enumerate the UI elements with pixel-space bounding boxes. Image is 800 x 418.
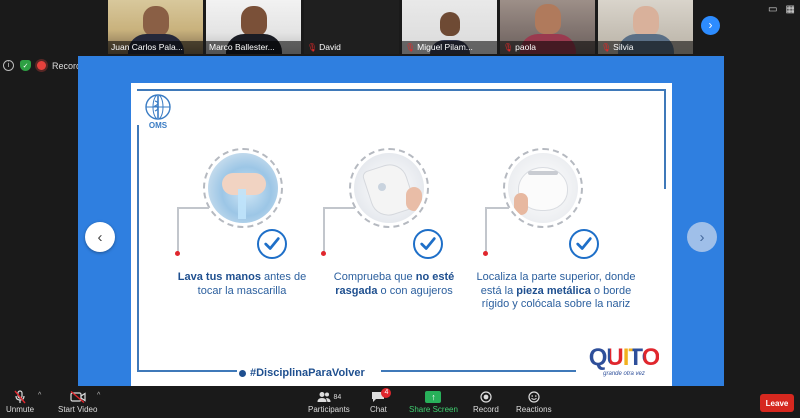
zoom-meeting-window: Juan Carlos Pala... Marco Ballester... 🎙… bbox=[0, 0, 800, 418]
step-1-caption: Lava tus manos antes de tocar la mascari… bbox=[177, 271, 307, 297]
slide-frame bbox=[137, 370, 237, 372]
mic-muted-icon: 🎙︎ bbox=[503, 43, 514, 52]
chat-button[interactable]: 4 Chat bbox=[370, 388, 392, 414]
checkmark-icon bbox=[257, 229, 287, 259]
chat-unread-badge: 4 bbox=[381, 388, 392, 398]
participant-name: 🎙︎ Miguel Pilam... bbox=[402, 41, 497, 54]
participant-tile[interactable]: 🎙︎ David bbox=[304, 0, 399, 54]
start-video-button[interactable]: Start Video bbox=[58, 390, 97, 414]
leave-meeting-button[interactable]: Leave bbox=[760, 394, 794, 412]
oms-label: OMS bbox=[148, 121, 168, 130]
shared-slide: OMS Lava tus manos antes de tocar la mas… bbox=[131, 83, 672, 386]
step-2-caption: Comprueba que no esté rasgada o con aguj… bbox=[333, 271, 455, 297]
smiley-icon bbox=[528, 390, 540, 404]
connector-line bbox=[177, 207, 179, 253]
marker-dot bbox=[483, 251, 488, 256]
hashtag-label: #DisciplinaParaVolver bbox=[239, 367, 365, 379]
participant-tile[interactable]: 🎙︎ Silvia bbox=[598, 0, 693, 54]
meeting-toolbar: Unmute ^ Start Video ^ 84 Participants 4… bbox=[0, 388, 800, 418]
participant-name: Marco Ballester... bbox=[206, 41, 301, 54]
participant-name: 🎙︎ Silvia bbox=[598, 41, 693, 54]
connector-line bbox=[177, 207, 209, 209]
participants-count: 84 bbox=[333, 393, 342, 401]
chevron-right-icon: › bbox=[708, 18, 713, 32]
marker-dot bbox=[321, 251, 326, 256]
participant-strip: Juan Carlos Pala... Marco Ballester... 🎙… bbox=[108, 0, 693, 54]
mask-inspect-photo bbox=[349, 148, 429, 228]
slide-frame bbox=[664, 89, 666, 189]
connector-line bbox=[323, 207, 355, 209]
quito-wordmark: QUITO bbox=[586, 346, 662, 370]
oms-logo: OMS bbox=[141, 93, 175, 131]
video-off-icon bbox=[70, 390, 86, 404]
reactions-button[interactable]: Reactions bbox=[516, 390, 552, 414]
previous-slide-button[interactable]: ‹ bbox=[85, 222, 115, 252]
video-options-caret[interactable]: ^ bbox=[97, 392, 100, 399]
slide-frame bbox=[381, 370, 576, 372]
window-controls: ▭ ▦ bbox=[768, 4, 795, 15]
view-options-icon[interactable]: ▦ bbox=[785, 4, 794, 15]
minimize-strip-icon[interactable]: ▭ bbox=[768, 4, 777, 15]
step-3-caption: Localiza la parte superior, donde está l… bbox=[476, 271, 636, 310]
quito-tagline: grande otra vez bbox=[603, 371, 645, 377]
chat-icon: 4 bbox=[371, 388, 392, 404]
connector-line bbox=[485, 207, 509, 209]
participants-icon: 84 bbox=[317, 390, 342, 404]
quito-logo: QUITO grande otra vez bbox=[586, 346, 662, 378]
participant-tile[interactable]: 🎙︎ paola bbox=[500, 0, 595, 54]
participant-tile[interactable]: 🎙︎ Miguel Pilam... bbox=[402, 0, 497, 54]
mic-muted-icon: 🎙︎ bbox=[405, 43, 416, 52]
next-participants-button[interactable]: › bbox=[701, 16, 720, 35]
marker-dot bbox=[175, 251, 180, 256]
checkmark-icon bbox=[413, 229, 443, 259]
unmute-button[interactable]: Unmute bbox=[6, 390, 34, 414]
connector-line bbox=[323, 207, 325, 253]
connector-line bbox=[485, 207, 487, 253]
handwash-photo bbox=[203, 148, 283, 228]
participant-name: 🎙︎ David bbox=[307, 42, 341, 52]
audio-options-caret[interactable]: ^ bbox=[38, 392, 41, 399]
record-icon bbox=[480, 390, 492, 404]
checkmark-icon bbox=[569, 229, 599, 259]
participant-tile[interactable]: Juan Carlos Pala... bbox=[108, 0, 203, 54]
shield-icon[interactable]: ✓ bbox=[20, 60, 31, 71]
mask-metal-piece-photo bbox=[503, 148, 583, 228]
mic-muted-icon: 🎙︎ bbox=[307, 43, 318, 52]
mic-muted-icon bbox=[14, 390, 26, 404]
share-screen-icon: ↑ bbox=[425, 390, 442, 404]
participant-name: 🎙︎ paola bbox=[500, 41, 595, 54]
record-button[interactable]: Record bbox=[473, 390, 499, 414]
chevron-right-icon: › bbox=[699, 228, 705, 246]
mic-muted-icon: 🎙︎ bbox=[601, 43, 612, 52]
share-screen-button[interactable]: ↑ Share Screen bbox=[409, 390, 458, 414]
participant-name: Juan Carlos Pala... bbox=[108, 41, 203, 54]
participants-button[interactable]: 84 Participants bbox=[308, 390, 350, 414]
bullet-dot bbox=[239, 369, 246, 377]
next-slide-button[interactable]: › bbox=[687, 222, 717, 252]
quito-letters: QUITO bbox=[588, 344, 661, 371]
info-icon[interactable]: i bbox=[3, 60, 14, 71]
recording-icon bbox=[37, 61, 46, 70]
slide-frame bbox=[137, 89, 666, 91]
slide-frame bbox=[137, 125, 139, 371]
participant-tile-active[interactable]: Marco Ballester... bbox=[206, 0, 301, 54]
who-emblem-icon bbox=[145, 94, 171, 120]
chevron-left-icon: ‹ bbox=[97, 228, 103, 246]
